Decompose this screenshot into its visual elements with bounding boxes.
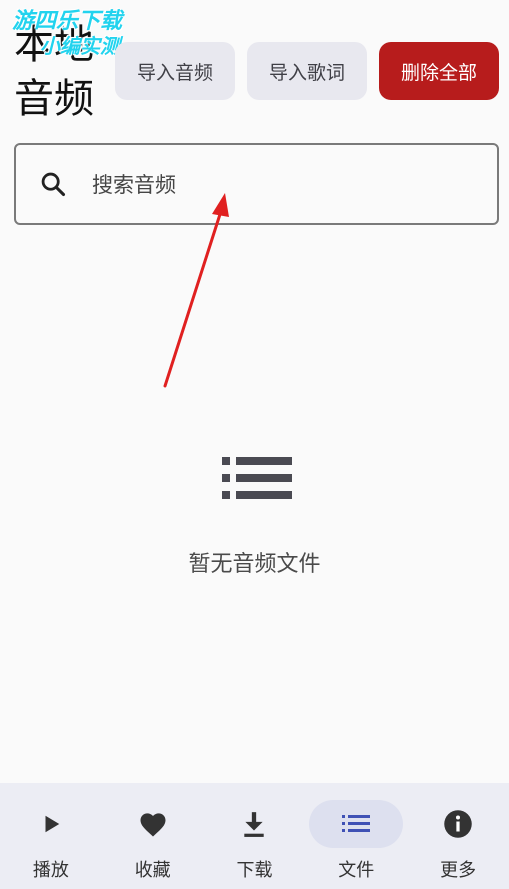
heart-icon [140, 813, 166, 837]
nav-item-more[interactable]: 更多 [407, 783, 509, 889]
list-icon [342, 815, 371, 832]
nav-item-download[interactable]: 下载 [204, 783, 306, 889]
import-audio-button[interactable]: 导入音频 [115, 42, 235, 100]
search-placeholder: 搜索音频 [92, 173, 176, 197]
search-icon [36, 167, 70, 201]
watermark-logo: 游四乐下载 小编实测 [12, 9, 123, 59]
play-icon [45, 815, 60, 833]
list-icon [222, 457, 292, 499]
nav-item-files[interactable]: 文件 [305, 783, 407, 889]
nav-label-more: 更多 [440, 860, 477, 881]
nav-label-play: 播放 [32, 860, 69, 881]
delete-all-button[interactable]: 删除全部 [379, 42, 499, 100]
annotation-arrow [163, 193, 229, 388]
nav-item-favorites[interactable]: 收藏 [102, 783, 204, 889]
search-input[interactable]: 搜索音频 [14, 143, 499, 225]
info-icon [444, 810, 472, 838]
import-lyrics-button[interactable]: 导入歌词 [247, 42, 367, 100]
nav-label-favorites: 收藏 [134, 860, 171, 881]
bottom-navigation: 播放 收藏 下载 文件 更多 [0, 783, 509, 889]
download-icon [244, 812, 265, 837]
watermark-line2: 小编实测 [40, 34, 120, 58]
nav-label-files: 文件 [338, 860, 375, 881]
empty-state-message: 暂无音频文件 [188, 552, 321, 577]
nav-label-download: 下载 [236, 860, 273, 881]
watermark-line1: 游四乐下载 [12, 9, 123, 34]
nav-item-play[interactable]: 播放 [0, 783, 102, 889]
